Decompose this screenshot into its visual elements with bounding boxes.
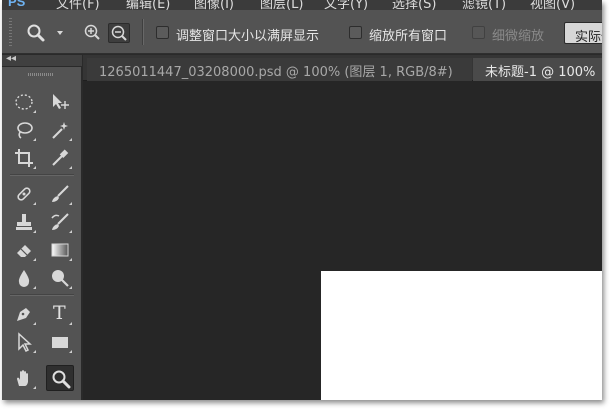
brush-tool[interactable] xyxy=(46,181,74,207)
options-bar: 调整窗口大小以满屏显示 缩放所有窗口 细微缩放 实际像素 xyxy=(2,10,602,54)
tab-label: 未标题-1 @ 100% xyxy=(485,65,596,80)
collapse-icon[interactable]: ◂◂ xyxy=(6,53,16,64)
blur-icon xyxy=(18,270,30,287)
rectangle-icon xyxy=(52,337,68,348)
zoom-tool[interactable] xyxy=(46,365,74,391)
path-selection-icon xyxy=(18,332,32,352)
toolbox: ◂◂ T xyxy=(2,53,82,400)
dodge-tool[interactable] xyxy=(46,265,74,291)
brush-icon xyxy=(52,185,69,202)
gradient-icon xyxy=(51,243,69,257)
menu-file[interactable]: 文件(F) xyxy=(56,0,100,10)
zoom-tool-icon xyxy=(52,370,71,389)
lasso-tool[interactable] xyxy=(10,117,38,143)
marquee-tool[interactable] xyxy=(10,89,38,115)
move-tool-icon xyxy=(53,94,69,109)
eraser-tool[interactable] xyxy=(10,237,38,263)
hand-tool[interactable] xyxy=(10,365,38,391)
healing-brush-tool[interactable] xyxy=(10,181,38,207)
ps-logo: PS xyxy=(8,0,26,9)
eraser-icon xyxy=(17,245,31,257)
scrubby-zoom-checkbox[interactable] xyxy=(472,26,485,39)
zoom-in-button[interactable] xyxy=(82,23,104,43)
zoom-in-icon xyxy=(84,24,100,40)
magic-wand-icon xyxy=(52,122,68,139)
history-brush-icon xyxy=(51,213,69,230)
zoom-all-windows-checkbox[interactable] xyxy=(349,26,362,39)
rectangle-tool[interactable] xyxy=(46,329,74,355)
toolbox-header: ◂◂ xyxy=(2,53,82,67)
history-brush-tool[interactable] xyxy=(46,209,74,235)
menu-image[interactable]: 图像(I) xyxy=(194,0,234,10)
menu-edit[interactable]: 编辑(E) xyxy=(126,0,170,10)
clone-stamp-icon xyxy=(16,214,32,230)
crop-icon xyxy=(15,149,33,167)
separator xyxy=(142,19,144,45)
lasso-icon xyxy=(17,122,33,139)
crop-tool[interactable] xyxy=(10,145,38,171)
resize-windows-label: 调整窗口大小以满屏显示 xyxy=(176,29,320,44)
toolbox-grip[interactable] xyxy=(28,73,54,76)
eyedropper-tool[interactable] xyxy=(46,145,74,171)
type-tool[interactable]: T xyxy=(46,301,74,327)
move-tool[interactable] xyxy=(46,89,74,115)
tool-preset-picker[interactable] xyxy=(22,22,66,44)
menu-view[interactable]: 视图(V) xyxy=(530,0,575,10)
zoom-tool-icon xyxy=(27,24,63,42)
pen-tool[interactable] xyxy=(10,301,38,327)
resize-windows-checkbox[interactable] xyxy=(156,26,169,39)
dodge-icon xyxy=(52,270,69,287)
menu-layer[interactable]: 图层(L) xyxy=(260,0,303,10)
eyedropper-icon xyxy=(52,149,69,166)
toolbox-divider xyxy=(10,174,74,176)
photoshop-window: PS 文件(F) 编辑(E) 图像(I) 图层(L) 文字(Y) 选择(S) 滤… xyxy=(2,0,602,400)
canvas-workspace[interactable] xyxy=(83,81,602,400)
hand-icon xyxy=(17,370,28,386)
zoom-all-windows-label: 缩放所有窗口 xyxy=(369,29,448,44)
zoom-out-button[interactable] xyxy=(108,23,130,43)
menu-select[interactable]: 选择(S) xyxy=(392,0,436,10)
pen-icon xyxy=(17,308,30,321)
healing-brush-icon xyxy=(17,187,31,201)
gradient-tool[interactable] xyxy=(46,237,74,263)
document-canvas[interactable] xyxy=(321,271,602,400)
scrubby-zoom-label: 细微缩放 xyxy=(492,29,545,44)
path-selection-tool[interactable] xyxy=(10,329,38,355)
zoom-out-icon xyxy=(111,25,127,41)
magic-wand-tool[interactable] xyxy=(46,117,74,143)
actual-pixels-button[interactable]: 实际像素 xyxy=(564,22,602,44)
tab-document-1[interactable]: 1265011447_03208000.psd @ 100% (图层 1, RG… xyxy=(87,58,472,81)
type-icon: T xyxy=(53,302,66,324)
blur-tool[interactable] xyxy=(10,265,38,291)
menu-type[interactable]: 文字(Y) xyxy=(324,0,368,10)
toolbox-divider xyxy=(10,294,74,296)
menu-bar: PS 文件(F) 编辑(E) 图像(I) 图层(L) 文字(Y) 选择(S) 滤… xyxy=(2,0,602,10)
dropdown-arrow-icon xyxy=(57,31,63,35)
elliptical-marquee-icon xyxy=(15,94,33,110)
menu-filter[interactable]: 滤镜(T) xyxy=(462,0,506,10)
tab-document-2[interactable]: 未标题-1 @ 100% xyxy=(473,58,602,81)
clone-stamp-tool[interactable] xyxy=(10,209,38,235)
options-bar-grip[interactable] xyxy=(9,18,12,46)
document-tab-bar: 1265011447_03208000.psd @ 100% (图层 1, RG… xyxy=(83,55,602,81)
tab-label: 1265011447_03208000.psd @ 100% (图层 1, RG… xyxy=(99,65,453,80)
